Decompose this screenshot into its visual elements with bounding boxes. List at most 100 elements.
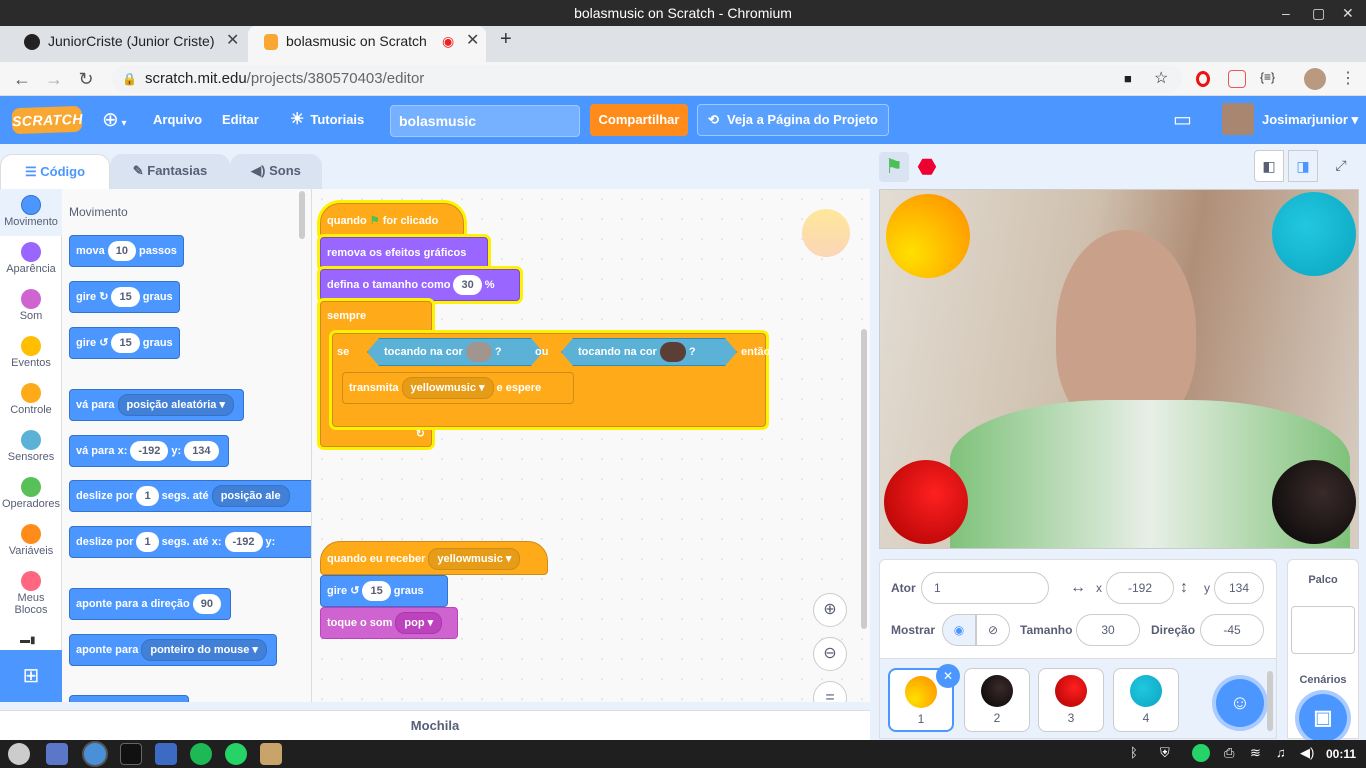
zoom-reset-button[interactable]: =: [813, 681, 847, 702]
music-note-icon[interactable]: ♫: [1276, 745, 1286, 760]
opera-extension-icon[interactable]: [1196, 71, 1210, 87]
input-size[interactable]: 30: [453, 275, 482, 296]
sprite-thumb-4[interactable]: 4: [1113, 668, 1179, 732]
input-steps[interactable]: 10: [107, 241, 136, 262]
broadcast-dropdown[interactable]: yellowmusic ▾: [401, 377, 494, 400]
x-input[interactable]: -192: [1106, 572, 1174, 604]
input-degrees[interactable]: 15: [111, 287, 140, 308]
input-degrees[interactable]: 15: [362, 581, 391, 602]
archive-icon[interactable]: [260, 743, 282, 765]
sensing-touching-color-2[interactable]: tocando na cor?: [561, 338, 737, 366]
block-partial[interactable]: [69, 695, 189, 702]
maximize-button[interactable]: ▢: [1312, 0, 1325, 26]
url-field[interactable]: 🔒 scratch.mit.edu/projects/380570403/edit…: [112, 65, 1182, 93]
add-backdrop-image-icon[interactable]: ▣: [1299, 694, 1347, 742]
close-tab-icon[interactable]: ✕: [466, 26, 479, 56]
input-seconds[interactable]: 1: [136, 486, 159, 507]
point-towards-dropdown[interactable]: ponteiro do mouse ▾: [141, 639, 267, 662]
back-button[interactable]: ←: [10, 67, 34, 91]
block-turn-left-script[interactable]: gire ↺ 15 graus: [320, 575, 448, 607]
tab-costumes[interactable]: ✎ Fantasias: [110, 154, 230, 190]
block-when-flag-clicked[interactable]: quando ⚑ for clicado: [320, 203, 464, 237]
sprite-ball-4[interactable]: [1272, 192, 1356, 276]
stage-selector[interactable]: Palco Cenários ▣: [1287, 559, 1359, 742]
see-project-page-button[interactable]: ⟲ Veja a Página do Projeto: [697, 104, 889, 136]
shield-update-icon[interactable]: ⛨: [1160, 745, 1170, 761]
sprite-list-scrollbar[interactable]: [1267, 671, 1273, 731]
block-point-towards[interactable]: aponte para ponteiro do mouse ▾: [69, 634, 277, 666]
spotify-icon[interactable]: [190, 743, 212, 765]
fullscreen-button[interactable]: ⤢: [1326, 150, 1356, 182]
forward-button[interactable]: →: [42, 67, 66, 91]
close-tab-icon[interactable]: ✕: [226, 26, 239, 56]
block-turn-left[interactable]: gire ↺ 15 graus: [69, 327, 180, 359]
category-sound[interactable]: Som: [0, 283, 62, 330]
block-when-i-receive[interactable]: quando eu receber yellowmusic ▾: [320, 541, 548, 575]
green-flag-button[interactable]: ⚑: [879, 152, 909, 182]
block-glide-xy[interactable]: deslize por 1 segs. até x: -192 y:: [69, 526, 311, 558]
add-extension-button[interactable]: ⊞: [0, 650, 62, 702]
workspace-scrollbar[interactable]: [861, 329, 867, 629]
camera-icon[interactable]: ■: [1124, 65, 1132, 93]
input-direction[interactable]: 90: [192, 594, 221, 615]
block-clear-effects[interactable]: remova os efeitos gráficos: [320, 237, 488, 269]
my-stuff-folder-icon[interactable]: ▭: [1173, 96, 1192, 144]
input-x[interactable]: -192: [130, 441, 169, 462]
delete-sprite-trash-icon[interactable]: ✕: [936, 664, 960, 688]
category-events[interactable]: Eventos: [0, 330, 62, 377]
files-folder-icon[interactable]: [155, 743, 177, 765]
code-workspace[interactable]: quando ⚑ for clicado remova os efeitos g…: [312, 189, 870, 702]
block-goto-xy[interactable]: vá para x: -192 y: 134: [69, 435, 229, 467]
add-sprite-cat-icon[interactable]: ☺: [1216, 679, 1264, 727]
palette-scrollbar[interactable]: [299, 191, 305, 239]
sound-dropdown[interactable]: pop ▾: [395, 612, 443, 635]
category-control[interactable]: Controle: [0, 377, 62, 424]
category-my-blocks[interactable]: Meus Blocos: [0, 565, 62, 625]
input-x[interactable]: -192: [224, 532, 263, 553]
project-title-input[interactable]: bolasmusic: [390, 105, 580, 137]
scratch-logo[interactable]: SCRATCH: [11, 105, 83, 135]
language-globe-icon[interactable]: ⊕ ▾: [102, 96, 127, 144]
input-y[interactable]: 134: [184, 441, 219, 462]
chromium-icon[interactable]: [84, 743, 106, 765]
menu-tutorials[interactable]: ☀ Tutoriais: [290, 96, 364, 144]
sprite-thumb-1[interactable]: 1 ✕: [888, 664, 960, 732]
direction-input[interactable]: -45: [1200, 614, 1264, 646]
user-menu[interactable]: Josimarjunior ▾: [1262, 96, 1358, 144]
color-swatch-2[interactable]: [660, 342, 686, 362]
share-button[interactable]: Compartilhar: [590, 104, 688, 136]
zoom-in-button[interactable]: ⊕: [813, 593, 847, 627]
user-avatar[interactable]: [1222, 103, 1254, 135]
stop-button[interactable]: ⬣: [912, 152, 942, 182]
input-seconds[interactable]: 1: [136, 532, 159, 553]
block-set-size[interactable]: defina o tamanho como 30%: [320, 269, 520, 301]
pen-extension-icon[interactable]: ▬▮: [20, 635, 36, 646]
block-point-direction[interactable]: aponte para a direção 90: [69, 588, 231, 620]
sprite-ball-3[interactable]: [884, 460, 968, 544]
category-sensing[interactable]: Sensores: [0, 424, 62, 471]
block-broadcast-and-wait[interactable]: transmita yellowmusic ▾ e espere: [342, 372, 574, 404]
json-extension-icon[interactable]: {≡}: [1260, 70, 1275, 84]
block-play-sound[interactable]: toque o som pop ▾: [320, 607, 458, 639]
block-turn-right[interactable]: gire ↻ 15 graus: [69, 281, 180, 313]
category-looks[interactable]: Aparência: [0, 236, 62, 283]
tab-github[interactable]: JuniorCriste (Junior Criste) ✕: [8, 26, 246, 62]
show-visible-button[interactable]: ◉: [942, 614, 976, 646]
tab-scratch[interactable]: bolasmusic on Scratch ◉ ✕: [248, 26, 486, 62]
extension-icon[interactable]: [1228, 70, 1246, 88]
menu-icon[interactable]: ⋮: [1340, 68, 1356, 88]
terminal-icon[interactable]: [120, 743, 142, 765]
goto-dropdown[interactable]: posição aleatória ▾: [117, 394, 234, 417]
new-tab-button[interactable]: +: [500, 28, 512, 51]
backpack[interactable]: Mochila: [0, 710, 870, 740]
small-stage-button[interactable]: ◧: [1254, 150, 1284, 182]
bluetooth-icon[interactable]: ᛒ: [1130, 745, 1138, 760]
volume-icon[interactable]: ◀): [1300, 745, 1314, 761]
block-goto[interactable]: vá para posição aleatória ▾: [69, 389, 244, 421]
minimize-button[interactable]: –: [1282, 0, 1290, 26]
category-motion[interactable]: Movimento: [0, 189, 62, 236]
large-stage-button[interactable]: ◨: [1288, 150, 1318, 182]
size-input[interactable]: 30: [1076, 614, 1140, 646]
tab-sounds[interactable]: ◀) Sons: [230, 154, 322, 190]
category-operators[interactable]: Operadores: [0, 471, 62, 518]
